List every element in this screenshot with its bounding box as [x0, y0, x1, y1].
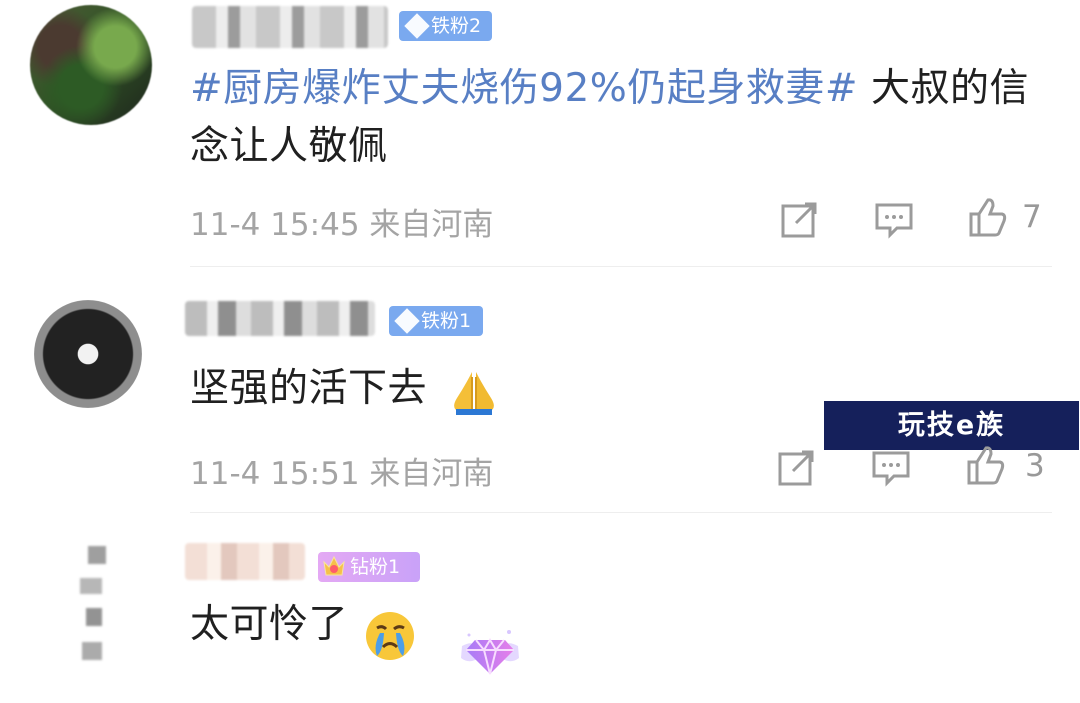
comment-icon [872, 451, 910, 487]
avatar[interactable] [34, 300, 142, 408]
comment-text: #厨房爆炸丈夫烧伤92%仍起身救妻# 大叔的信念让人敬佩 [190, 60, 1040, 176]
like-count: 7 [1022, 199, 1042, 235]
like-button[interactable] [966, 196, 1008, 238]
share-button[interactable] [776, 446, 818, 488]
diamond-icon [404, 13, 430, 39]
fan-badge[interactable]: 铁粉2 [399, 11, 492, 41]
fan-badge-label: 钻粉1 [350, 556, 401, 578]
fan-badge-label: 铁粉2 [431, 15, 482, 37]
reply-button[interactable] [873, 198, 915, 240]
crown-badge-icon [323, 555, 345, 576]
comment-divider [190, 266, 1052, 267]
hashtag-link[interactable]: #厨房爆炸丈夫烧伤92%仍起身救妻# [190, 66, 858, 111]
blurred-username[interactable] [185, 543, 305, 580]
reply-button[interactable] [870, 446, 912, 488]
folded-hands-emoji [454, 372, 494, 415]
comment-body: 太可怜了 [190, 602, 349, 647]
comment-meta: 11-4 15:45 来自河南 [190, 207, 494, 243]
comment-icon [875, 203, 913, 239]
avatar[interactable] [58, 536, 130, 660]
fan-badge[interactable]: 铁粉1 [389, 306, 483, 336]
fan-badge-label: 铁粉1 [421, 310, 472, 332]
share-edit-icon [781, 202, 817, 238]
crying-face-emoji [366, 612, 414, 660]
comment-item-3: 钻粉1 太可怜了 [0, 514, 1080, 703]
like-count: 3 [1025, 448, 1045, 484]
watermark-label: 玩技e族 [824, 401, 1079, 450]
like-button[interactable] [964, 444, 1006, 486]
diamond-fan-badge[interactable]: 钻粉1 [318, 552, 420, 582]
diamond-icon [394, 308, 420, 334]
share-button[interactable] [779, 198, 821, 240]
share-edit-icon [778, 450, 814, 486]
blurred-username[interactable] [192, 6, 388, 48]
comment-item-2: 铁粉1 坚强的活下去 玩技e族 11-4 15:51 来自河南 3 [0, 268, 1080, 514]
thumb-up-icon [967, 446, 1005, 485]
avatar[interactable] [30, 5, 152, 125]
comment-body: 坚强的活下去 [190, 366, 428, 411]
comment-meta: 11-4 15:51 来自河南 [190, 456, 494, 492]
comment-item-1: 铁粉2 #厨房爆炸丈夫烧伤92%仍起身救妻# 大叔的信念让人敬佩 11-4 15… [0, 0, 1080, 268]
thumb-up-icon [969, 198, 1007, 237]
gem-icon[interactable] [454, 621, 526, 681]
blurred-username[interactable] [185, 301, 375, 336]
comment-divider [190, 512, 1052, 513]
